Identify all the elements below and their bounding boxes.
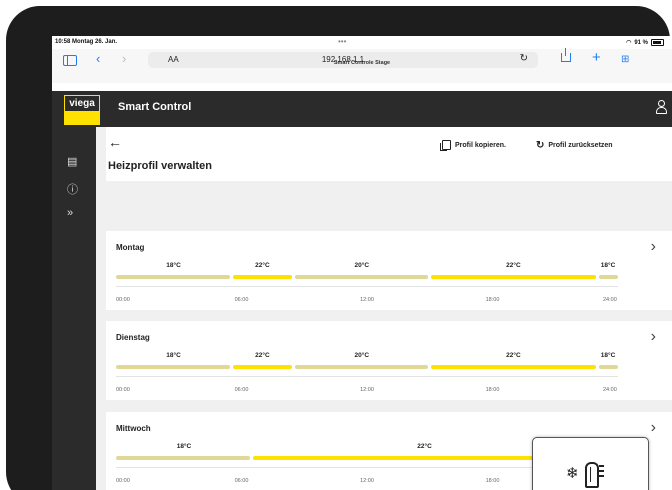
- thermometer-scale-icon: [599, 465, 606, 480]
- copy-icon: [440, 140, 451, 151]
- temperature-segment[interactable]: [116, 275, 230, 279]
- side-rail: ▤ ⓘ »: [52, 127, 96, 490]
- browser-page-title: Smart Controle Stage: [333, 60, 391, 66]
- time-axis-label: 12:00: [360, 478, 374, 484]
- status-bar: 10:58 Montag 26. Jan. ••• ◠ 91 %: [52, 36, 672, 49]
- segment-temperature-label: 22°C: [506, 352, 521, 359]
- browser-toolbar: ‹ › AA 192.168.1.1 ↻ + ⊞: [52, 48, 672, 83]
- chevron-right-icon[interactable]: ›: [651, 420, 656, 436]
- page-title: Heizprofil verwalten: [108, 160, 212, 172]
- temperature-segment[interactable]: [295, 365, 429, 369]
- segment-temperature-label: 18°C: [166, 352, 181, 359]
- segment-temperature-label: 22°C: [417, 443, 432, 450]
- segment-temperature-label: 22°C: [255, 352, 270, 359]
- logo-bar: [64, 112, 100, 125]
- copy-profile-label: Profil kopieren.: [455, 141, 506, 149]
- time-axis-label: 24:00: [603, 387, 617, 393]
- temperature-segment[interactable]: [598, 275, 618, 279]
- time-axis-label: 18:00: [485, 478, 500, 484]
- time-axis-label: 00:00: [116, 297, 130, 303]
- profile-header: ← Heizprofil verwalten Profil kopieren. …: [106, 127, 672, 181]
- status-right: ◠ 91 %: [626, 39, 664, 46]
- back-arrow-icon[interactable]: ←: [108, 134, 122, 150]
- segment-temperature-label: 22°C: [255, 262, 270, 269]
- timeline-divider: [116, 286, 618, 287]
- time-axis-label: 18:00: [485, 387, 500, 393]
- app-title: Smart Control: [118, 101, 192, 113]
- app-header: viega Smart Control: [52, 91, 672, 127]
- clipboard-icon[interactable]: ▤: [67, 155, 77, 168]
- day-card[interactable]: Dienstag › 18°C 22°C 20°C 22°C 18°C 00:00 06:00 1…: [106, 321, 672, 400]
- logo-text: viega: [64, 95, 100, 112]
- temperature-segment[interactable]: [116, 365, 230, 369]
- main-content: ← Heizprofil verwalten Profil kopieren. …: [96, 127, 672, 490]
- tablet-screen: 10:58 Montag 26. Jan. ••• ◠ 91 % ‹ › AA …: [52, 36, 672, 490]
- reset-profile-label: Profil zurücksetzen: [548, 142, 613, 149]
- status-time: 10:58 Montag 26. Jan.: [55, 39, 118, 45]
- day-name: Dienstag: [116, 333, 150, 342]
- screenshot-frame: 10:58 Montag 26. Jan. ••• ◠ 91 % ‹ › AA …: [0, 0, 672, 490]
- time-axis-label: 00:00: [116, 387, 130, 393]
- temperature-segment[interactable]: [295, 275, 429, 279]
- reset-icon: ↻: [536, 140, 545, 151]
- segment-temperature-label: 18°C: [600, 262, 616, 269]
- time-axis-label: 06:00: [234, 478, 249, 484]
- time-axis-label: 18:00: [485, 297, 500, 303]
- chevron-right-icon[interactable]: ›: [651, 329, 656, 345]
- segment-temperature-label: 18°C: [176, 443, 192, 450]
- thermometer-icon: [585, 462, 599, 488]
- day-card[interactable]: Montag › 18°C 22°C 20°C 22°C 18°C 00:00 06:00 12:…: [106, 231, 672, 310]
- time-axis-label: 12:00: [360, 387, 374, 393]
- temperature-segment[interactable]: [232, 365, 293, 369]
- segment-temperature-label: 18°C: [166, 262, 181, 269]
- battery-percent: 91 %: [634, 39, 648, 46]
- timeline-divider: [116, 376, 618, 377]
- copy-profile-button[interactable]: Profil kopieren.: [440, 140, 506, 151]
- snowflake-icon: ❄: [566, 465, 579, 482]
- segment-temperature-label: 20°C: [354, 262, 370, 269]
- segment-temperature-label: 22°C: [506, 262, 521, 269]
- temperature-segment[interactable]: [598, 365, 618, 369]
- info-icon[interactable]: ⓘ: [67, 181, 78, 197]
- viega-logo: viega: [64, 95, 100, 125]
- expand-icon[interactable]: »: [67, 207, 73, 219]
- reset-profile-button[interactable]: ↻ Profil zurücksetzen: [536, 140, 613, 151]
- chevron-right-icon[interactable]: ›: [651, 239, 656, 255]
- segment-temperature-label: 18°C: [600, 352, 616, 359]
- multitask-dots-icon[interactable]: •••: [338, 37, 346, 46]
- segment-temperature-label: 20°C: [354, 352, 370, 359]
- day-name: Mittwoch: [116, 424, 151, 433]
- temperature-segment[interactable]: [431, 365, 596, 369]
- time-axis-label: 00:00: [116, 478, 130, 484]
- time-axis-label: 24:00: [603, 297, 617, 303]
- time-axis-label: 12:00: [360, 297, 374, 303]
- battery-icon: [651, 39, 664, 46]
- temperature-segment[interactable]: [431, 275, 596, 279]
- temperature-segment[interactable]: [232, 275, 293, 279]
- day-name: Montag: [116, 243, 145, 252]
- user-icon[interactable]: [656, 100, 667, 114]
- temperature-segment[interactable]: [116, 456, 251, 460]
- wifi-icon: ◠: [626, 40, 632, 46]
- heating-mode-widget[interactable]: ❄: [532, 437, 649, 490]
- time-axis-label: 06:00: [234, 387, 249, 393]
- time-axis-label: 06:00: [234, 297, 249, 303]
